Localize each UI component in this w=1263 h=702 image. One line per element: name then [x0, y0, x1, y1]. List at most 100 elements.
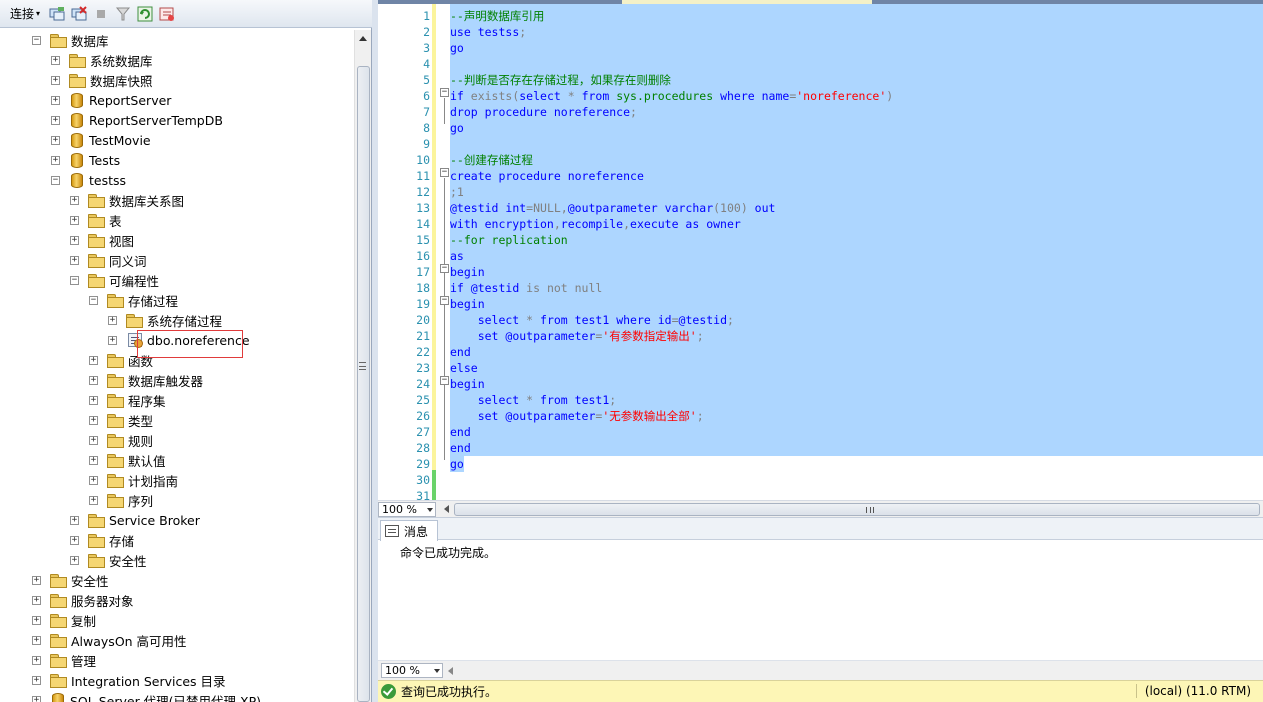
expand-icon[interactable]: +	[32, 675, 41, 685]
results-scrollbar[interactable]: 100 %	[378, 660, 1263, 681]
tree-node[interactable]: + 系统存储过程	[108, 310, 222, 330]
collapse-region-icon[interactable]: −	[440, 264, 449, 273]
code-line: go	[450, 40, 464, 56]
expand-icon[interactable]: +	[51, 95, 60, 105]
code-token: if	[450, 89, 471, 103]
tree-node[interactable]: + 同义词	[70, 250, 147, 270]
tree-node[interactable]: + 序列	[89, 490, 153, 510]
tree-node[interactable]: + AlwaysOn 高可用性	[32, 630, 187, 650]
tree-node[interactable]: + 数据库关系图	[70, 190, 184, 210]
expand-icon[interactable]: +	[70, 555, 79, 565]
code-area[interactable]: --声明数据库引用 use testss; go --判断是否存在存储过程，如果存在则…	[438, 4, 1263, 500]
scrollbar-thumb[interactable]	[357, 66, 370, 702]
expand-icon[interactable]: +	[89, 415, 98, 425]
editor-zoom-select[interactable]: 100 %	[378, 502, 436, 517]
collapse-icon[interactable]: −	[70, 275, 79, 285]
collapse-region-icon[interactable]: −	[440, 376, 449, 385]
tree-vertical-scrollbar[interactable]	[354, 30, 371, 702]
tree-node[interactable]: + SQL Server 代理(已禁用代理 XP)	[32, 690, 261, 702]
tree-node[interactable]: + 数据库触发器	[89, 370, 203, 390]
tree-node[interactable]: + 存储	[70, 530, 134, 550]
tree-node[interactable]: + 管理	[32, 650, 96, 670]
tree-node[interactable]: + 表	[70, 210, 122, 230]
tree-node[interactable]: + 安全性	[70, 550, 147, 570]
tree-node[interactable]: + Integration Services 目录	[32, 670, 226, 690]
tree-node[interactable]: − 可编程性	[70, 270, 159, 290]
tree-node[interactable]: + 系统数据库	[51, 50, 153, 70]
tree-node[interactable]: + 视图	[70, 230, 134, 250]
scroll-up-icon[interactable]	[359, 36, 367, 41]
expand-icon[interactable]: +	[70, 195, 79, 205]
expand-icon[interactable]: +	[70, 255, 79, 265]
refresh-icon[interactable]	[136, 5, 154, 23]
query-editor[interactable]: 1 2 3 4 5 6 7 8 9 10 11 12 13 14 15 16 17 18 19 20 21 22 23 24 2…	[378, 0, 1263, 500]
expand-icon[interactable]: +	[32, 655, 41, 665]
scroll-left-icon[interactable]	[448, 667, 453, 675]
expand-icon[interactable]: +	[70, 215, 79, 225]
expand-icon[interactable]: +	[32, 595, 41, 605]
expand-icon[interactable]: +	[51, 55, 60, 65]
code-token: *	[526, 313, 541, 327]
tree-node[interactable]: + 规则	[89, 430, 153, 450]
summary-icon[interactable]	[158, 5, 176, 23]
tree-node[interactable]: + 数据库快照	[51, 70, 153, 90]
code-token: --创建存储过程	[450, 153, 533, 167]
tree-node[interactable]: + 服务器对象	[32, 590, 134, 610]
tree-node[interactable]: + ReportServer	[51, 90, 171, 110]
expand-icon[interactable]: +	[108, 315, 117, 325]
expand-icon[interactable]: +	[51, 115, 60, 125]
expand-icon[interactable]: +	[32, 575, 41, 585]
tree-node[interactable]: + 复制	[32, 610, 96, 630]
disconnect-icon[interactable]	[70, 5, 88, 23]
expand-icon[interactable]: +	[51, 155, 60, 165]
expand-icon[interactable]: +	[70, 535, 79, 545]
expand-icon[interactable]: +	[89, 475, 98, 485]
folder-icon	[107, 373, 124, 388]
tree-node[interactable]: − testss	[51, 170, 126, 190]
tab-messages[interactable]: 消息	[380, 520, 438, 541]
tree-node[interactable]: + Service Broker	[70, 510, 200, 530]
expand-icon[interactable]: +	[32, 615, 41, 625]
collapse-icon[interactable]: −	[89, 295, 98, 305]
expand-icon[interactable]: +	[70, 515, 79, 525]
results-zoom-select[interactable]: 100 %	[381, 663, 443, 678]
line-number: 28	[416, 441, 430, 455]
expand-icon[interactable]: +	[51, 135, 60, 145]
expand-icon[interactable]: +	[89, 435, 98, 445]
expand-icon[interactable]: +	[32, 635, 41, 645]
editor-horizontal-scrollbar[interactable]: 100 %	[378, 500, 1263, 517]
tree-node[interactable]: − 数据库	[32, 30, 109, 50]
tree-node[interactable]: − 存储过程	[89, 290, 178, 310]
filter-icon[interactable]	[114, 5, 132, 23]
tree-node[interactable]: + Tests	[51, 150, 120, 170]
collapse-icon[interactable]: −	[51, 175, 60, 185]
expand-icon[interactable]: +	[89, 495, 98, 505]
collapse-icon[interactable]: −	[32, 35, 41, 45]
horizontal-scrollbar-thumb[interactable]	[454, 503, 1260, 516]
collapse-region-icon[interactable]: −	[440, 88, 449, 97]
scroll-left-icon[interactable]	[444, 505, 449, 513]
collapse-region-icon[interactable]: −	[440, 168, 449, 177]
expand-icon[interactable]: +	[70, 235, 79, 245]
expand-icon[interactable]: +	[32, 695, 41, 702]
code-line: end	[450, 424, 471, 440]
tree-node[interactable]: + 计划指南	[89, 470, 178, 490]
connect-button[interactable]: 连接 ▾	[6, 4, 44, 24]
expand-icon[interactable]: +	[89, 395, 98, 405]
tree-node[interactable]: + 类型	[89, 410, 153, 430]
expand-icon[interactable]: +	[108, 335, 117, 345]
tree-node[interactable]: + 程序集	[89, 390, 166, 410]
expand-icon[interactable]: +	[89, 375, 98, 385]
connect-object-explorer-icon[interactable]	[48, 5, 66, 23]
collapse-region-icon[interactable]: −	[440, 296, 449, 305]
expand-icon[interactable]: +	[51, 75, 60, 85]
tree-node[interactable]: + ReportServerTempDB	[51, 110, 223, 130]
tree-node[interactable]: + TestMovie	[51, 130, 151, 150]
object-explorer-tree[interactable]: − 数据库 + 系统数据库 + 数据库快照 + ReportServer + ReportServ…	[0, 30, 354, 702]
tree-node[interactable]: + 安全性	[32, 570, 109, 590]
stop-icon[interactable]	[92, 5, 110, 23]
expand-icon[interactable]: +	[89, 455, 98, 465]
code-token: 'noreference'	[796, 89, 887, 103]
tree-node[interactable]: + 默认值	[89, 450, 166, 470]
expand-icon[interactable]: +	[89, 355, 98, 365]
